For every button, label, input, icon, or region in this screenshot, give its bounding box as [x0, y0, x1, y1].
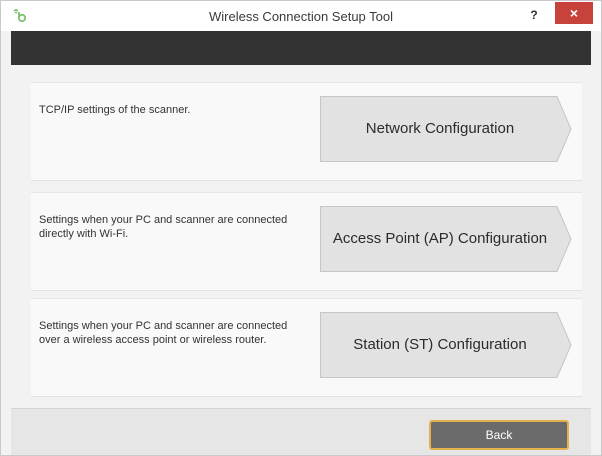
- network-configuration-label: Network Configuration: [365, 120, 515, 137]
- access-point-configuration-label: Access Point (AP) Configuration: [332, 230, 548, 247]
- network-config-panel: TCP/IP settings of the scanner. Network …: [31, 82, 582, 181]
- help-button[interactable]: ?: [523, 5, 545, 25]
- station-configuration-label: Station (ST) Configuration: [353, 336, 527, 353]
- network-configuration-button[interactable]: Network Configuration: [320, 96, 572, 162]
- back-button[interactable]: Back: [429, 420, 569, 450]
- footer-bar: Back: [11, 408, 591, 455]
- window-title: Wireless Connection Setup Tool: [208, 9, 394, 24]
- access-point-config-panel: Settings when your PC and scanner are co…: [31, 192, 582, 291]
- header-banner: [11, 31, 591, 65]
- station-config-description: Settings when your PC and scanner are co…: [39, 320, 288, 346]
- station-config-panel: Settings when your PC and scanner are co…: [31, 298, 582, 397]
- station-configuration-button[interactable]: Station (ST) Configuration: [320, 312, 572, 378]
- access-point-config-description: Settings when your PC and scanner are co…: [39, 214, 288, 240]
- network-config-description: TCP/IP settings of the scanner.: [39, 104, 191, 116]
- access-point-configuration-button[interactable]: Access Point (AP) Configuration: [320, 206, 572, 272]
- title-bar: Wireless Connection Setup Tool ? ×: [1, 1, 601, 31]
- setup-tool-window: Wireless Connection Setup Tool ? × TCP/I…: [0, 0, 602, 456]
- close-button[interactable]: ×: [555, 2, 593, 24]
